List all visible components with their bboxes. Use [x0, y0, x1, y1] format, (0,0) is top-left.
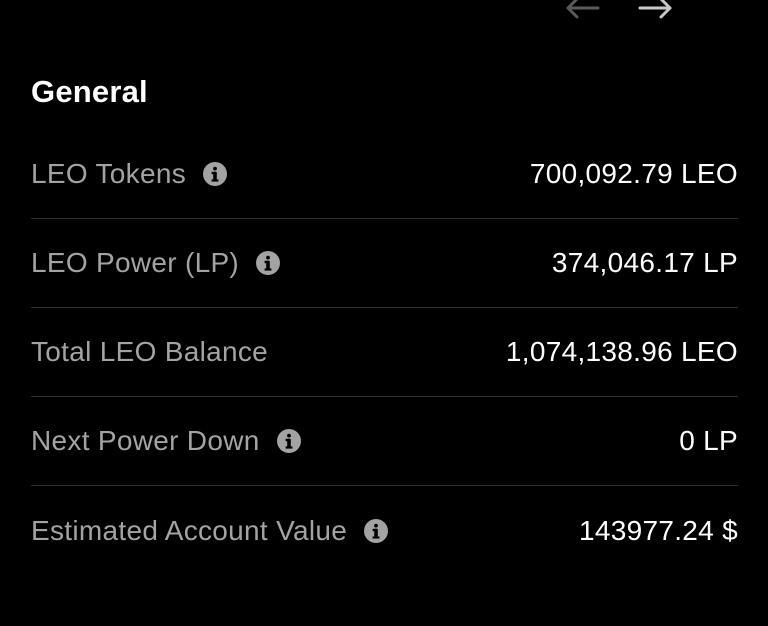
stat-label-wrapper: Estimated Account Value — [31, 515, 389, 547]
arrow-left-icon — [566, 0, 600, 19]
stat-label: Estimated Account Value — [31, 514, 348, 546]
info-icon[interactable] — [255, 250, 281, 276]
stat-label-wrapper: LEO Tokens — [31, 158, 228, 190]
stat-row-leo-power: LEO Power (LP) 374,046.17 LP — [31, 219, 738, 308]
stat-label-wrapper: Total LEO Balance — [31, 336, 268, 368]
stat-row-total-balance: Total LEO Balance 1,074,138.96 LEO — [31, 308, 738, 397]
info-icon[interactable] — [363, 518, 389, 544]
stat-value: 700,092.79 LEO — [529, 158, 738, 189]
stat-label: Total LEO Balance — [31, 336, 269, 367]
next-button[interactable] — [636, 0, 676, 22]
stat-label: Next Power Down — [31, 425, 260, 456]
info-icon[interactable] — [202, 161, 228, 187]
previous-button[interactable] — [562, 0, 602, 22]
stat-label-wrapper: LEO Power (LP) — [31, 247, 281, 279]
info-icon[interactable] — [276, 428, 302, 454]
stat-label: LEO Tokens — [31, 158, 187, 189]
stat-label: LEO Power (LP) — [31, 247, 240, 278]
stat-value: 374,046.17 LP — [551, 247, 738, 278]
carousel-navigation — [558, 0, 678, 22]
stat-row-estimated-value: Estimated Account Value 143977.24 $ — [31, 486, 738, 575]
section-title: General — [31, 74, 148, 109]
stat-row-leo-tokens: LEO Tokens 700,092.79 LEO — [31, 130, 738, 219]
stat-value: 0 LP — [679, 425, 738, 456]
stat-row-next-power-down: Next Power Down 0 LP — [31, 397, 738, 486]
stat-label-wrapper: Next Power Down — [31, 425, 302, 457]
stat-value: 1,074,138.96 LEO — [505, 336, 738, 367]
general-stats-list: LEO Tokens 700,092.79 LEO LEO Power (LP)… — [31, 130, 738, 575]
arrow-right-icon — [638, 0, 672, 19]
stat-value: 143977.24 $ — [578, 514, 738, 546]
